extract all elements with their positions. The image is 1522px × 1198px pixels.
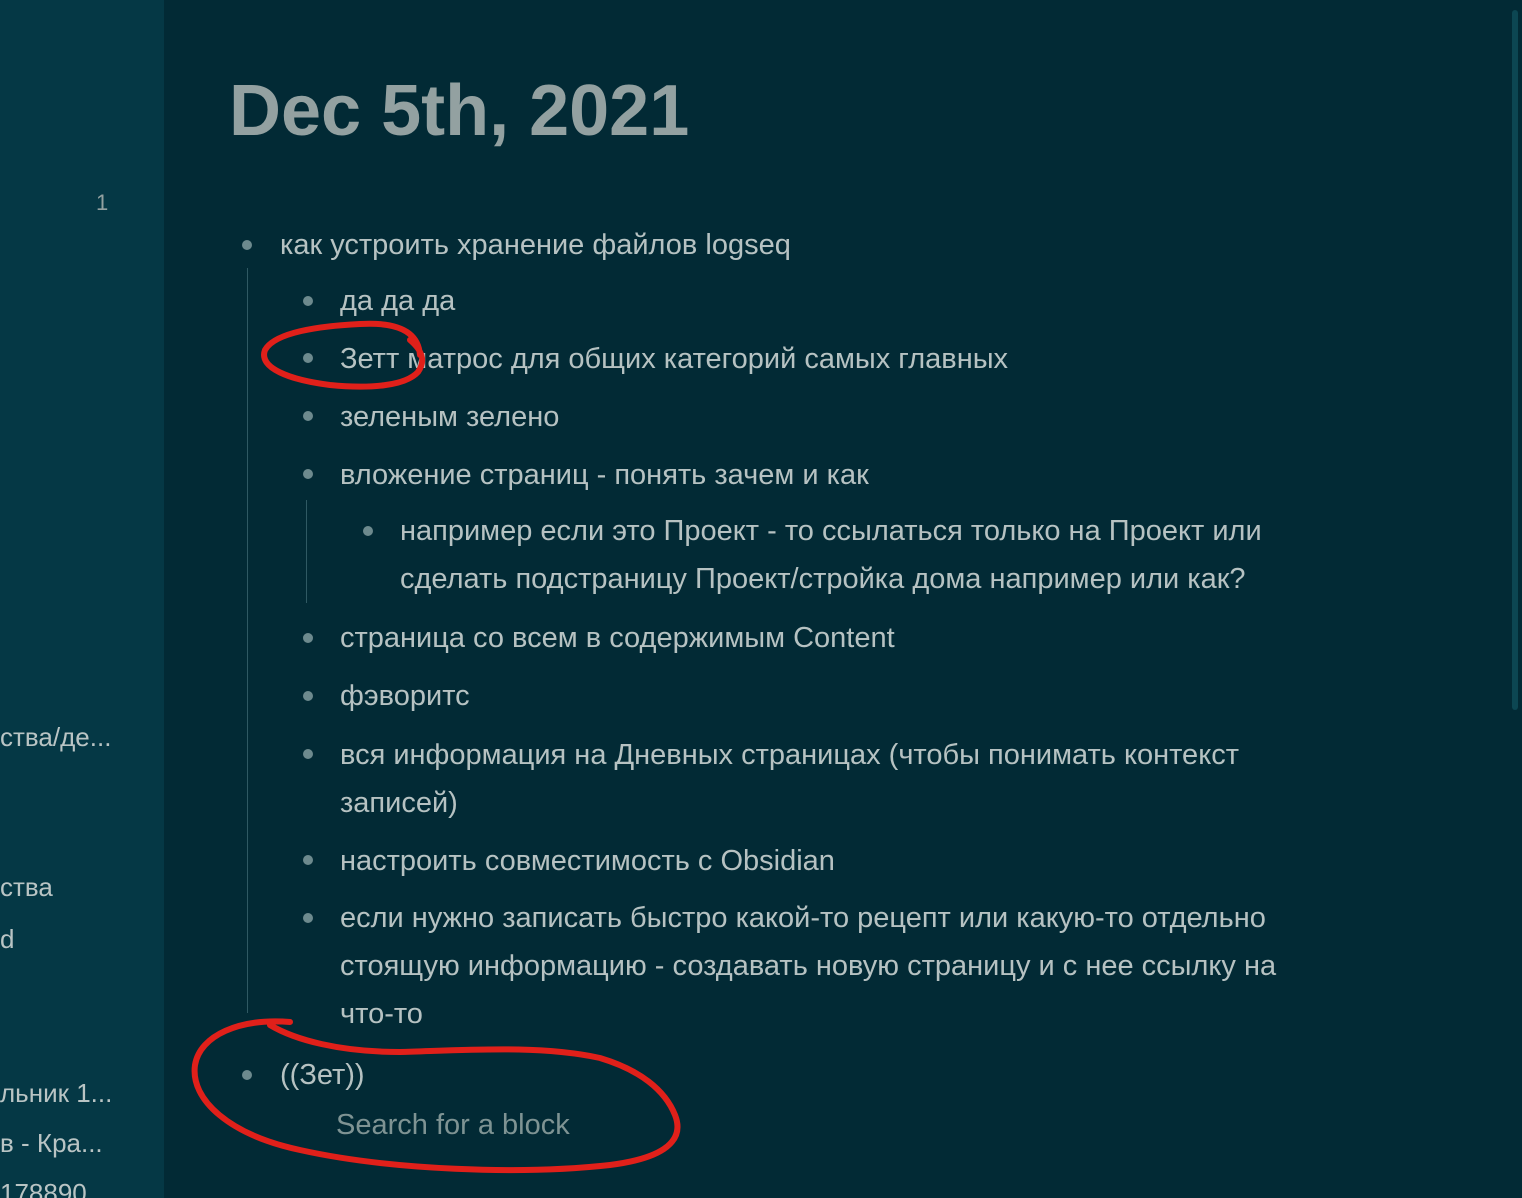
sidebar-item-1[interactable]: ства/де... [0, 722, 164, 753]
block-root-1[interactable]: как устроить хранение файлов logseq [280, 221, 791, 269]
block-line: что-то [340, 998, 423, 1030]
logseq-app: 1 ства/де... ства d льник 1... в - Кра..… [0, 0, 1522, 1198]
block-child[interactable]: фэворитс [340, 672, 470, 720]
block-line: записей) [340, 787, 458, 819]
block-child[interactable]: вложение страниц - понять зачем и как [340, 451, 869, 499]
left-sidebar: 1 ства/де... ства d льник 1... в - Кра..… [0, 0, 164, 1198]
block-child-zett[interactable]: Зетт матрос для общих категорий самых гл… [340, 335, 1008, 383]
block-editor-input[interactable]: ((Зет)) [280, 1051, 365, 1099]
block-child[interactable]: страница со всем в содержимым Content [340, 614, 895, 662]
block-child[interactable]: вся информация на Дневных страницах (что… [340, 731, 1239, 827]
block-bullet[interactable] [363, 526, 373, 536]
children-guide-line [306, 500, 307, 603]
block-bullet[interactable] [303, 855, 313, 865]
sidebar-item-2[interactable]: ства [0, 872, 164, 903]
sidebar-item-5[interactable]: в - Кра... [0, 1128, 164, 1159]
block-line: вся информация на Дневных страницах (что… [340, 739, 1239, 771]
sidebar-item-label: льник 1... [0, 1078, 113, 1108]
sidebar-count-badge: 1 [96, 190, 109, 215]
sidebar-item-6[interactable]: 178890 [0, 1178, 164, 1198]
sidebar-item-4[interactable]: льник 1... [0, 1078, 164, 1109]
block-bullet[interactable] [303, 296, 313, 306]
sidebar-item-label: ства [0, 872, 53, 902]
sidebar-item-label: в - Кра... [0, 1128, 103, 1158]
block-bullet[interactable] [303, 353, 313, 363]
block-line: стоящую информацию - создавать новую стр… [340, 950, 1277, 982]
block-child[interactable]: настроить совместимость с Obsidian [340, 837, 835, 885]
sidebar-item-label: 178890 [0, 1178, 87, 1198]
block-bullet[interactable] [303, 633, 313, 643]
sidebar-item-label: d [0, 924, 15, 954]
block-bullet[interactable] [303, 411, 313, 421]
block-line: сделать подстраницу Проект/стройка дома … [400, 563, 1246, 595]
block-bullet[interactable] [303, 469, 313, 479]
block-grandchild[interactable]: например если это Проект - то ссылаться … [400, 507, 1262, 603]
scrollbar[interactable] [1512, 10, 1518, 710]
block-line: если нужно записать быстро какой-то реце… [340, 902, 1266, 934]
sidebar-item-3[interactable]: d [0, 924, 164, 955]
block-bullet[interactable] [303, 691, 313, 701]
page-title[interactable]: Dec 5th, 2021 [229, 70, 689, 152]
block-bullet[interactable] [242, 240, 252, 250]
block-bullet[interactable] [303, 913, 313, 923]
block-child[interactable]: если нужно записать быстро какой-то реце… [340, 894, 1276, 1038]
sidebar-item-label: ства/де... [0, 722, 112, 752]
block-child[interactable]: да да да [340, 277, 455, 325]
block-line: например если это Проект - то ссылаться … [400, 515, 1262, 547]
block-child[interactable]: зеленым зелено [340, 393, 559, 441]
journal-page: Dec 5th, 2021 как устроить хранение файл… [164, 0, 1522, 1198]
block-search-placeholder[interactable]: Search for a block [336, 1109, 570, 1142]
children-guide-line [247, 268, 248, 1013]
block-bullet[interactable] [303, 749, 313, 759]
block-bullet[interactable] [242, 1070, 252, 1080]
